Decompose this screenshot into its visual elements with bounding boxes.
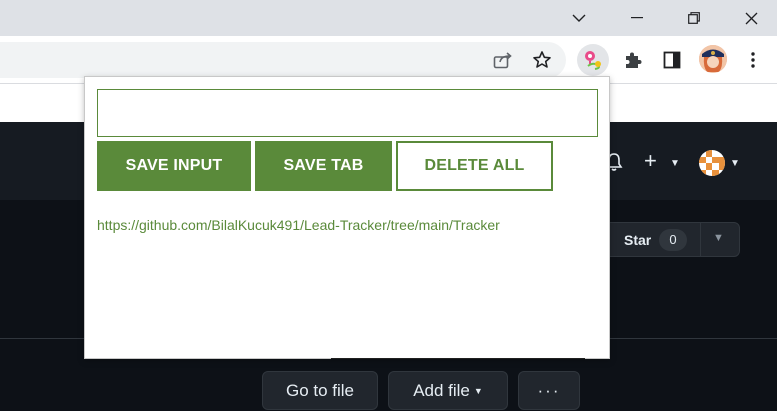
restore-icon[interactable]: [665, 0, 723, 36]
lead-input[interactable]: [97, 89, 598, 137]
save-input-button[interactable]: SAVE INPUT: [97, 141, 251, 191]
star-divider: [700, 223, 701, 256]
side-panel-icon[interactable]: [656, 44, 688, 76]
create-new-caret-icon[interactable]: ▼: [670, 158, 680, 169]
github-user-avatar[interactable]: [699, 150, 725, 176]
browser-titlebar: [0, 0, 777, 36]
menu-dots-icon[interactable]: [737, 44, 769, 76]
add-file-label: Add file: [413, 380, 470, 400]
star-button-group[interactable]: Star 0 ▼: [604, 222, 740, 257]
star-count-badge: 0: [659, 229, 687, 251]
profile-avatar[interactable]: [699, 45, 727, 73]
popup-bottom-line: [331, 358, 585, 359]
go-to-file-button[interactable]: Go to file: [262, 371, 378, 410]
star-button-label[interactable]: Star: [624, 232, 651, 248]
save-tab-button[interactable]: SAVE TAB: [255, 141, 392, 191]
delete-all-button[interactable]: DELETE ALL: [396, 141, 553, 191]
minimize-icon[interactable]: [608, 0, 666, 36]
add-file-caret-icon: ▼: [473, 385, 483, 396]
star-dropdown-caret-icon[interactable]: ▼: [713, 232, 724, 244]
extensions-puzzle-icon[interactable]: [617, 44, 649, 76]
address-bar[interactable]: [0, 42, 566, 78]
bookmark-star-icon[interactable]: [526, 44, 558, 76]
more-options-button[interactable]: ···: [518, 371, 580, 410]
share-icon[interactable]: [487, 44, 519, 76]
close-icon[interactable]: [722, 0, 777, 36]
user-menu-caret-icon[interactable]: ▼: [730, 158, 740, 169]
lead-tracker-extension-icon[interactable]: [577, 44, 609, 76]
lead-list-item-link[interactable]: https://github.com/BilalKucuk491/Lead-Tr…: [97, 217, 500, 233]
create-new-plus-icon[interactable]: +: [644, 150, 657, 172]
add-file-button[interactable]: Add file ▼: [388, 371, 508, 410]
lead-tracker-popup: SAVE INPUT SAVE TAB DELETE ALL https://g…: [84, 76, 610, 359]
tab-search-chevron-icon[interactable]: [550, 0, 608, 36]
